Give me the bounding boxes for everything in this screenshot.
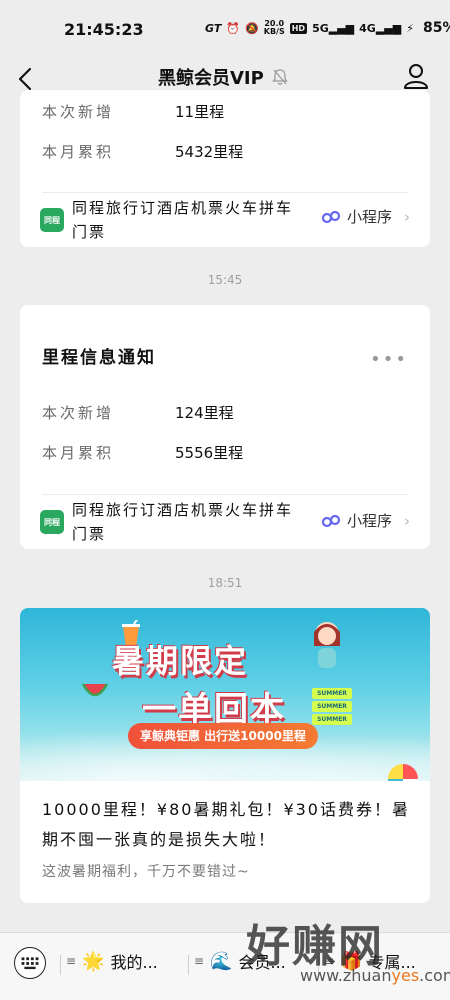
- mini-program-icon: [321, 514, 341, 527]
- character-illustration: [314, 622, 340, 668]
- charging-icon: ⚡: [406, 21, 414, 35]
- card2-mini-program-tag[interactable]: 小程序 ›: [321, 510, 410, 531]
- menu-item-member[interactable]: ≡ 🌊 会员...: [194, 949, 286, 973]
- watermelon-icon: [82, 683, 108, 697]
- mini-program-label: 小程序: [346, 512, 392, 530]
- card2-value-added: 124里程: [175, 404, 234, 422]
- mini-program-label: 小程序: [346, 208, 392, 226]
- card2-value-monthly: 5556里程: [175, 444, 244, 462]
- mini-program-icon: [321, 210, 341, 223]
- signal-5g-icon: 5G▂▄▆: [312, 21, 355, 35]
- menu-separator: [318, 955, 319, 975]
- status-bar: 21:45:23 GT ⏰ 🔕 20.0 KB/S HD 5G▂▄▆ 4G▂▄▆ …: [0, 0, 450, 58]
- alarm-icon: ⏰: [226, 21, 241, 35]
- status-time: 21:45:23: [64, 20, 144, 39]
- card2-label-monthly: 本月累积: [42, 444, 115, 462]
- bottom-menu-bar: ≡ 🌟 我的... ≡ 🌊 会员... ≡ 🎁 专属...: [0, 932, 450, 1000]
- card1-label-monthly: 本月累积: [42, 143, 115, 161]
- signal-4g-icon: 4G▂▄▆: [359, 21, 402, 35]
- card2-label-added: 本次新增: [42, 404, 115, 422]
- menu-item-mine-label: 我的...: [110, 953, 158, 972]
- card1-value-monthly: 5432里程: [175, 143, 244, 161]
- menu-lines-icon: ≡: [66, 954, 77, 968]
- profile-icon[interactable]: [402, 61, 430, 91]
- more-options-icon[interactable]: •••: [370, 349, 408, 370]
- card1-mini-program-name[interactable]: 同程旅行订酒店机票火车拼车门票: [72, 196, 297, 244]
- battery-level: 85%: [422, 20, 450, 36]
- chevron-right-icon: ›: [404, 511, 410, 530]
- mute-icon: 🔕: [245, 21, 259, 35]
- card1-mini-program-tag[interactable]: 小程序 ›: [321, 206, 410, 227]
- card2-divider: [42, 494, 408, 495]
- network-speed: 20.0 KB/S: [263, 19, 285, 36]
- nav-title-group: 黑鲸会员VIP: [158, 64, 288, 90]
- summer-tag: SUMMER: [312, 714, 352, 725]
- gift-icon: 🎁: [340, 950, 363, 972]
- mileage-card-2[interactable]: 里程信息通知 ••• 本次新增 124里程 本月累积 5556里程 同程 同程旅…: [20, 305, 430, 549]
- menu-item-mine[interactable]: ≡ 🌟 我的...: [66, 949, 158, 973]
- menu-separator: [188, 955, 189, 975]
- promo-subtext: 这波暑期福利，千万不要错过~: [42, 864, 250, 880]
- card1-divider: [42, 192, 408, 193]
- bell-muted-icon: [272, 69, 288, 85]
- menu-lines-icon: ≡: [194, 954, 205, 968]
- menu-lines-icon: ≡: [324, 954, 335, 968]
- gt-icon: GT: [205, 21, 222, 35]
- card2-title: 里程信息通知: [42, 348, 156, 368]
- page-title: 黑鲸会员VIP: [158, 68, 264, 89]
- menu-separator: [60, 955, 61, 975]
- wave-icon: 🌊: [210, 950, 233, 972]
- tongcheng-logo: 同程: [40, 510, 64, 534]
- card2-mini-program-name[interactable]: 同程旅行订酒店机票火车拼车门票: [72, 498, 297, 546]
- tongcheng-logo: 同程: [40, 208, 64, 232]
- star-icon: 🌟: [82, 950, 105, 972]
- banner-offer-pill: 享鲸典钜惠 出行送10000里程: [128, 723, 318, 749]
- timestamp-2: 18:51: [207, 576, 243, 590]
- summer-tag: SUMMER: [312, 688, 352, 699]
- promo-card[interactable]: 暑期限定 一单回本 SUMMER SUMMER SUMMER 享鲸典钜惠 出行送…: [20, 608, 430, 903]
- keyboard-icon[interactable]: [14, 947, 46, 979]
- status-icons: GT ⏰ 🔕 20.0KB/S HD 5G▂▄▆ 4G▂▄▆ ⚡ 85%: [205, 19, 450, 37]
- chevron-right-icon: ›: [404, 207, 410, 226]
- menu-item-member-label: 会员...: [238, 953, 286, 972]
- mileage-card-1[interactable]: 本次新增 11里程 本月累积 5432里程 同程 同程旅行订酒店机票火车拼车门票…: [20, 90, 430, 247]
- promo-text: 10000里程！¥80暑期礼包！¥30话费券！暑期不囤一张真的是损失大啦！: [42, 800, 410, 849]
- banner-headline-1: 暑期限定: [112, 642, 249, 680]
- hd-badge: HD: [289, 22, 308, 34]
- menu-item-exclusive[interactable]: ≡ 🎁 专属...: [324, 949, 416, 973]
- promo-banner[interactable]: 暑期限定 一单回本 SUMMER SUMMER SUMMER 享鲸典钜惠 出行送…: [20, 608, 430, 781]
- menu-item-exclusive-label: 专属...: [368, 953, 416, 972]
- timestamp-1: 15:45: [207, 273, 243, 287]
- card1-value-added: 11里程: [175, 103, 225, 121]
- summer-tag: SUMMER: [312, 701, 352, 712]
- card1-label-added: 本次新增: [42, 103, 115, 121]
